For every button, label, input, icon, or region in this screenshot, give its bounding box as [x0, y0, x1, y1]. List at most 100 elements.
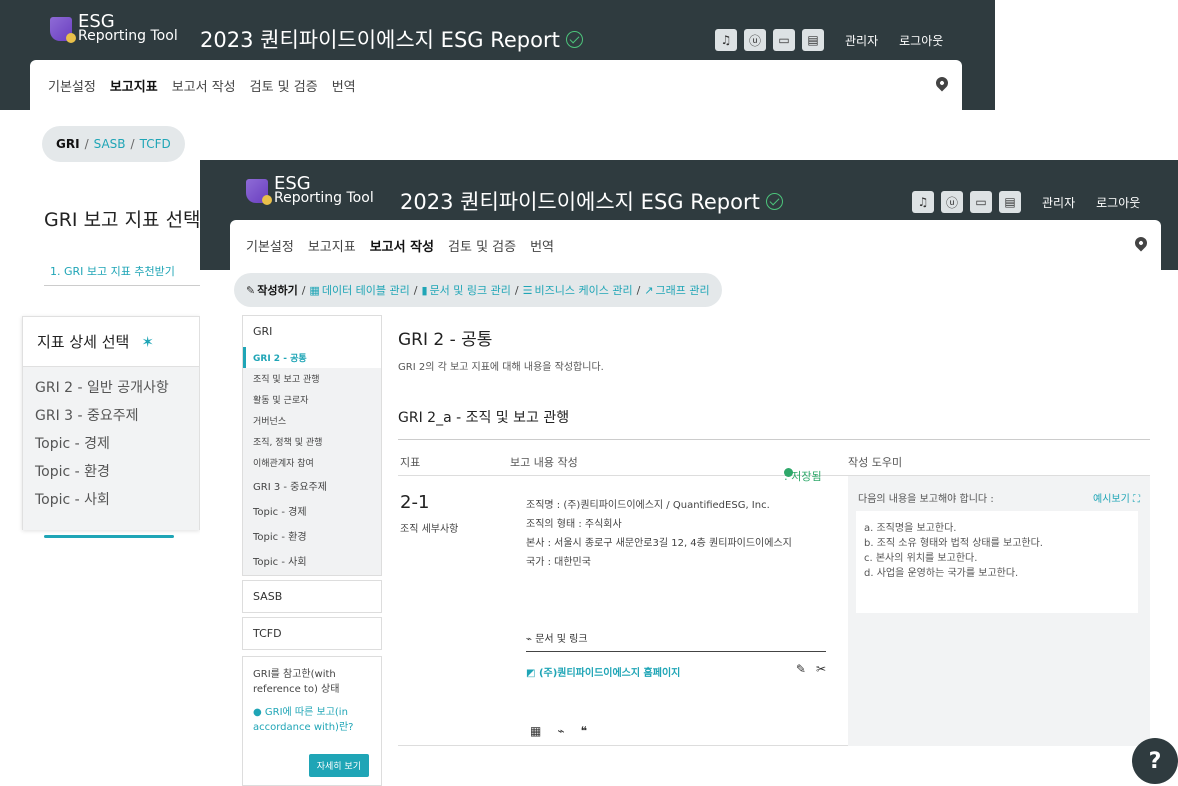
- menu-subitem[interactable]: 이해관계자 참여: [243, 452, 381, 473]
- panel-item-economic[interactable]: Topic - 경제: [23, 429, 199, 457]
- nav-review[interactable]: 검토 및 검증: [250, 76, 318, 95]
- helper-item: b. 조직 소유 형태와 법적 상태를 보고한다.: [864, 538, 1043, 549]
- nav-translation[interactable]: 번역: [530, 236, 554, 255]
- section-main-title: GRI 2 - 공통: [398, 330, 493, 350]
- check-circle-icon: [765, 192, 783, 210]
- report-line: 국가 : 대한민국: [526, 557, 591, 568]
- col-indicator: 지표: [400, 456, 421, 469]
- menu-section-gri: GRI GRI 2 - 공통 조직 및 보고 관행 활동 및 근로자 거버넌스 …: [242, 315, 382, 576]
- admin-link[interactable]: 관리자: [1042, 194, 1075, 211]
- menu-section-tcfd[interactable]: TCFD: [242, 617, 382, 650]
- menu-sasb-head[interactable]: SASB: [243, 581, 381, 612]
- app-title-text: 2023 퀀티파이드이에스지 ESG Report: [400, 190, 760, 214]
- framework-breadcrumb: GRI / SASB / TCFD: [42, 126, 185, 162]
- front-navbar: 기본설정 보고지표 보고서 작성 검토 및 검증 번역: [230, 220, 1161, 270]
- nav-basic-settings[interactable]: 기본설정: [48, 76, 96, 95]
- paperclip-icon: ⌁: [526, 634, 536, 645]
- magic-wand-icon[interactable]: ✶: [141, 333, 154, 351]
- user-icon[interactable]: ⓤ: [744, 29, 766, 51]
- writing-helper: 다음의 내용을 보고해야 합니다 : 예시보기 ⛶ a. 조직명을 보고한다. …: [848, 476, 1150, 746]
- back-navbar: 기본설정 보고지표 보고서 작성 검토 및 검증 번역: [30, 60, 962, 110]
- unlink-icon[interactable]: ✂: [816, 662, 826, 676]
- list-icon: ☰: [522, 283, 533, 297]
- nav-indicators[interactable]: 보고지표: [308, 236, 356, 255]
- card-icon[interactable]: ▭: [970, 191, 992, 213]
- gri-info-box: GRI를 참고한(with reference to) 상태 ● GRI에 따른…: [242, 656, 382, 786]
- nav-report-writing[interactable]: 보고서 작성: [370, 236, 434, 255]
- menu-subitem[interactable]: 활동 및 근로자: [243, 389, 381, 410]
- subnav-business-case[interactable]: 비즈니스 케이스 관리: [535, 282, 633, 298]
- menu-subitem[interactable]: 거버넌스: [243, 410, 381, 431]
- crumb-tcfd[interactable]: TCFD: [140, 137, 171, 151]
- panel-item-social[interactable]: Topic - 사회: [23, 485, 199, 513]
- nav-report-writing[interactable]: 보고서 작성: [172, 76, 236, 95]
- doc-link-row: ◩ (주)퀀티파이드이에스지 홈페이지 ✎ ✂: [526, 652, 826, 679]
- app-logo-front[interactable]: ESG Reporting Tool: [246, 175, 374, 206]
- helper-item: a. 조직명을 보고한다.: [864, 523, 957, 534]
- table-row: 2-1 조직 세부사항 조직명 : (주)퀀티파이드이에스지 / Quantif…: [398, 476, 1150, 746]
- menu-item-gri3[interactable]: GRI 3 - 중요주제: [243, 473, 381, 498]
- menu-tcfd-head[interactable]: TCFD: [243, 618, 381, 649]
- back-topbar: ESG Reporting Tool 2023 퀀티파이드이에스지 ESG Rep…: [0, 0, 995, 110]
- menu-subitem[interactable]: 조직, 정책 및 관행: [243, 431, 381, 452]
- left-menu: GRI GRI 2 - 공통 조직 및 보고 관행 활동 및 근로자 거버넌스 …: [242, 315, 382, 786]
- example-link[interactable]: 예시보기 ⛶: [1093, 490, 1140, 505]
- logo-line2: Reporting Tool: [274, 190, 374, 206]
- panel-item-gri3[interactable]: GRI 3 - 중요주제: [23, 401, 199, 429]
- subnav-write[interactable]: 작성하기: [257, 282, 297, 298]
- menu-item-social[interactable]: Topic - 사회: [243, 548, 381, 573]
- nav-indicators[interactable]: 보고지표: [110, 76, 158, 95]
- info-link[interactable]: ● GRI에 따른 보고(in accordance with)란?: [253, 705, 371, 735]
- example-link-text[interactable]: 예시보기: [1093, 494, 1130, 505]
- panel-title: 지표 상세 선택: [37, 333, 130, 351]
- helper-head: 다음의 내용을 보고해야 합니다 :: [858, 494, 994, 505]
- app-title-front: 2023 퀀티파이드이에스지 ESG Report: [400, 186, 783, 216]
- subnav-docs-links[interactable]: 문서 및 링크 관리: [430, 282, 511, 298]
- nav-basic-settings[interactable]: 기본설정: [246, 236, 294, 255]
- menu-item-gri2[interactable]: GRI 2 - 공통: [243, 347, 381, 368]
- logout-link[interactable]: 로그아웃: [1096, 194, 1140, 211]
- menu-subitem[interactable]: 조직 및 보고 관행: [243, 368, 381, 389]
- top-icons-front: ♫ ⓤ ▭ ▤ 관리자 로그아웃: [912, 191, 1140, 213]
- front-topbar: ESG Reporting Tool 2023 퀀티파이드이에스지 ESG Rep…: [200, 160, 1178, 270]
- logo-icon: [50, 17, 76, 43]
- table-icon: ▦: [309, 283, 320, 297]
- menu-section-sasb[interactable]: SASB: [242, 580, 382, 613]
- admin-link[interactable]: 관리자: [845, 32, 878, 49]
- step1-link[interactable]: 1. GRI 보고 지표 추천받기: [50, 263, 175, 279]
- help-button[interactable]: ?: [1132, 738, 1178, 784]
- report-content-editor[interactable]: 조직명 : (주)퀀티파이드이에스지 / QuantifiedESG, Inc.…: [526, 496, 792, 572]
- homepage-link[interactable]: (주)퀀티파이드이에스지 홈페이지: [539, 668, 680, 679]
- attach-icon[interactable]: ⌁: [557, 724, 564, 738]
- card-icon[interactable]: ▭: [773, 29, 795, 51]
- subnav-graph[interactable]: 그래프 관리: [656, 282, 710, 298]
- bell-icon[interactable]: ♫: [912, 191, 934, 213]
- crumb-gri[interactable]: GRI: [56, 137, 80, 151]
- panel-item-environment[interactable]: Topic - 환경: [23, 457, 199, 485]
- book-icon[interactable]: ▤: [999, 191, 1021, 213]
- menu-item-environment[interactable]: Topic - 환경: [243, 523, 381, 548]
- quote-icon[interactable]: ❝: [581, 724, 587, 738]
- logout-link[interactable]: 로그아웃: [899, 32, 943, 49]
- location-pin-icon[interactable]: [933, 74, 951, 92]
- panel-item-gri2[interactable]: GRI 2 - 일반 공개사항: [23, 373, 199, 401]
- crumb-sasb[interactable]: SASB: [94, 137, 126, 151]
- subnav-data-table[interactable]: 데이터 테이블 관리: [322, 282, 410, 298]
- col-helper: 작성 도우미: [848, 456, 903, 469]
- book-icon[interactable]: ▤: [802, 29, 824, 51]
- menu-item-economic[interactable]: Topic - 경제: [243, 498, 381, 523]
- indicator-detail-panel: 지표 상세 선택 ✶ GRI 2 - 일반 공개사항 GRI 3 - 중요주제 T…: [22, 316, 200, 530]
- nav-review[interactable]: 검토 및 검증: [448, 236, 516, 255]
- table-insert-icon[interactable]: ▦: [530, 724, 541, 738]
- user-icon[interactable]: ⓤ: [941, 191, 963, 213]
- info-link-text[interactable]: GRI에 따른 보고(in accordance with)란?: [253, 707, 353, 733]
- col-content: 보고 내용 작성: [510, 456, 578, 469]
- front-window: ESG Reporting Tool 2023 퀀티파이드이에스지 ESG Rep…: [200, 160, 1178, 786]
- location-pin-icon[interactable]: [1132, 234, 1150, 252]
- bell-icon[interactable]: ♫: [715, 29, 737, 51]
- nav-translation[interactable]: 번역: [332, 76, 356, 95]
- app-logo[interactable]: ESG Reporting Tool: [50, 13, 178, 44]
- edit-icon[interactable]: ✎: [796, 662, 806, 676]
- menu-gri-head[interactable]: GRI: [243, 316, 381, 347]
- top-icons: ♫ ⓤ ▭ ▤ 관리자 로그아웃: [715, 29, 943, 51]
